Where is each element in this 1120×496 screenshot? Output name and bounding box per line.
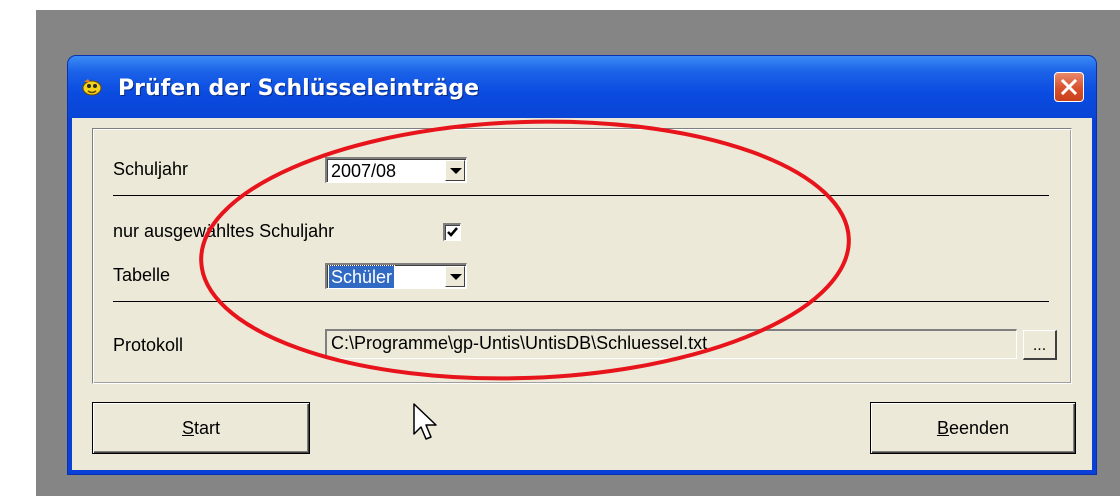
protokoll-path-field[interactable]: C:\Programme\gp-Untis\UntisDB\Schluessel… xyxy=(325,329,1017,359)
tabelle-select[interactable]: Schüler xyxy=(325,263,467,289)
schuljahr-value: 2007/08 xyxy=(331,161,397,181)
beenden-label: eenden xyxy=(948,418,1010,438)
nur-ausgewaehltes-checkbox[interactable] xyxy=(443,223,461,241)
start-mnemonic: S xyxy=(181,418,194,438)
close-icon xyxy=(1060,78,1078,96)
checkmark-icon xyxy=(447,227,458,237)
chevron-down-icon[interactable] xyxy=(445,160,465,181)
nur-ausgewaehltes-label: nur ausgewähltes Schuljahr xyxy=(113,221,335,241)
separator-2 xyxy=(113,301,1049,304)
schuljahr-label: Schuljahr xyxy=(113,159,189,179)
separator-1 xyxy=(113,195,1049,198)
tabelle-value: Schüler xyxy=(327,265,396,289)
app-icon xyxy=(82,79,102,96)
start-button[interactable]: Start xyxy=(92,402,310,454)
window-title: Prüfen der Schlüsseleinträge xyxy=(118,76,480,101)
options-group: Schuljahr 2007/08 nur ausgewähltes Schul… xyxy=(92,128,1072,384)
browse-button[interactable]: ... xyxy=(1023,330,1057,360)
schuljahr-select[interactable]: 2007/08 xyxy=(325,157,467,183)
title-bar[interactable]: Prüfen der Schlüsseleinträge xyxy=(68,56,1096,118)
protokoll-label: Protokoll xyxy=(113,335,184,355)
chevron-down-icon[interactable] xyxy=(445,266,465,287)
tabelle-label: Tabelle xyxy=(113,265,171,285)
beenden-mnemonic: B xyxy=(936,418,949,438)
start-label: tart xyxy=(194,418,221,438)
dialog-client-area: Schuljahr 2007/08 nur ausgewähltes Schul… xyxy=(72,118,1092,470)
protokoll-path-value: C:\Programme\gp-Untis\UntisDB\Schluessel… xyxy=(331,333,708,353)
beenden-button[interactable]: Beenden xyxy=(870,402,1076,454)
dialog-window: Prüfen der Schlüsseleinträge Schuljahr 2… xyxy=(68,56,1096,474)
close-button[interactable] xyxy=(1054,72,1084,102)
